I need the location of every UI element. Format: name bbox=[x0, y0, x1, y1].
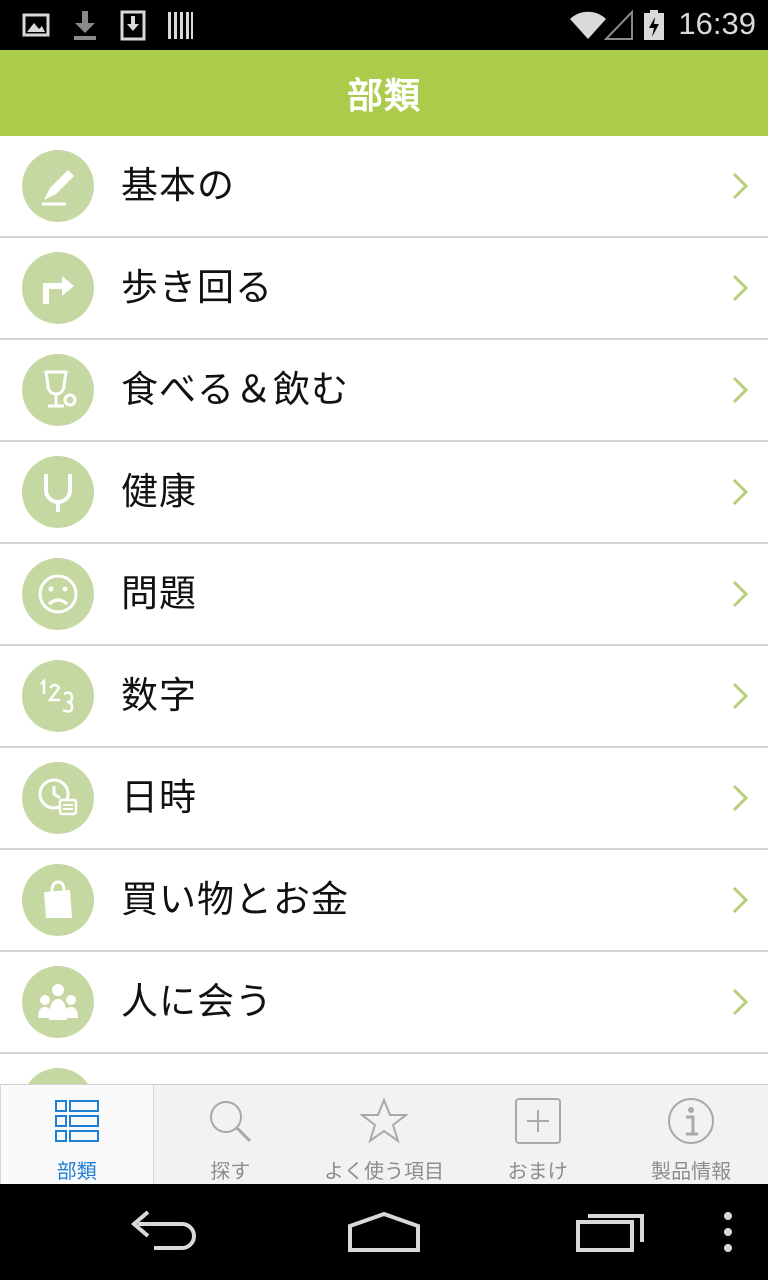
star-icon bbox=[359, 1097, 408, 1144]
chevron-right-icon bbox=[732, 988, 749, 1016]
category-item-meeting-people[interactable]: 人に会う bbox=[0, 952, 768, 1054]
chevron-right-icon bbox=[732, 682, 749, 710]
category-label: 人に会う bbox=[121, 980, 273, 1023]
chevron-right-icon bbox=[732, 886, 749, 914]
tab-favorites[interactable]: よく使う項目 bbox=[307, 1085, 461, 1185]
clock-time: 16:39 bbox=[678, 6, 756, 41]
search-icon bbox=[210, 1101, 252, 1143]
chevron-right-icon bbox=[732, 274, 749, 302]
overflow-menu-icon[interactable] bbox=[716, 1204, 740, 1260]
tab-label: よく使う項目 bbox=[323, 1159, 444, 1183]
home-button[interactable] bbox=[346, 1204, 422, 1260]
chevron-right-icon bbox=[732, 172, 749, 200]
category-item-partial[interactable] bbox=[0, 1054, 768, 1084]
people-icon bbox=[22, 966, 94, 1038]
picture-icon bbox=[22, 13, 50, 37]
app-header: 部類 bbox=[0, 50, 768, 136]
battery-icon bbox=[644, 10, 664, 40]
tab-label: 探す bbox=[210, 1159, 251, 1183]
signal-icon bbox=[604, 9, 633, 40]
category-item-shopping-money[interactable]: 買い物とお金 bbox=[0, 850, 768, 952]
category-item-problems[interactable]: 問題 bbox=[0, 544, 768, 646]
download-icon bbox=[74, 11, 96, 40]
status-bar: 16:39 bbox=[0, 0, 768, 50]
category-item-basics[interactable]: 基本の bbox=[0, 136, 768, 238]
chevron-right-icon bbox=[732, 784, 749, 812]
tab-search[interactable]: 探す bbox=[154, 1085, 308, 1185]
category-list: 基本の 歩き回る 食べる＆飲む 健康 問題 数字 日時 買い物とお金 人に会う bbox=[0, 136, 768, 1084]
tab-product-info[interactable]: 製品情報 bbox=[614, 1085, 768, 1185]
category-label: 歩き回る bbox=[121, 266, 273, 309]
tab-label: おまけ bbox=[507, 1159, 568, 1183]
category-item-eat-drink[interactable]: 食べる＆飲む bbox=[0, 340, 768, 442]
numbers-icon bbox=[22, 660, 94, 732]
turn-right-arrow-icon bbox=[22, 252, 94, 324]
tab-label: 部類 bbox=[56, 1159, 97, 1183]
tab-extras[interactable]: おまけ bbox=[461, 1085, 615, 1185]
category-item-health[interactable]: 健康 bbox=[0, 442, 768, 544]
clock-calendar-icon bbox=[22, 762, 94, 834]
wifi-icon bbox=[570, 11, 606, 39]
recent-apps-button[interactable] bbox=[572, 1204, 648, 1260]
back-button[interactable] bbox=[124, 1204, 196, 1260]
chevron-right-icon bbox=[732, 376, 749, 404]
glass-icon bbox=[22, 354, 94, 426]
category-item-getting-around[interactable]: 歩き回る bbox=[0, 238, 768, 340]
stethoscope-icon bbox=[22, 456, 94, 528]
tab-label: 製品情報 bbox=[651, 1159, 732, 1183]
category-label: 買い物とお金 bbox=[121, 878, 349, 921]
page-title: 部類 bbox=[346, 76, 421, 117]
category-label: 健康 bbox=[121, 470, 197, 513]
barcode-icon bbox=[168, 12, 193, 39]
info-icon bbox=[668, 1098, 715, 1144]
category-label: 数字 bbox=[121, 674, 197, 717]
shopping-bag-icon bbox=[22, 864, 94, 936]
bottom-tab-bar: 部類 探す よく使う項目 おまけ 製品情報 bbox=[0, 1084, 768, 1185]
category-item-numbers[interactable]: 数字 bbox=[0, 646, 768, 748]
chevron-right-icon bbox=[732, 580, 749, 608]
category-icon bbox=[22, 1068, 94, 1084]
sad-face-icon bbox=[22, 558, 94, 630]
tab-categories[interactable]: 部類 bbox=[0, 1085, 154, 1185]
category-label: 基本の bbox=[121, 164, 235, 207]
category-label: 日時 bbox=[121, 776, 197, 819]
list-grid-icon bbox=[54, 1100, 99, 1142]
system-nav-bar bbox=[0, 1184, 768, 1280]
category-label: 問題 bbox=[121, 572, 197, 615]
pencil-icon bbox=[22, 150, 94, 222]
chevron-right-icon bbox=[732, 478, 749, 506]
plus-box-icon bbox=[514, 1098, 561, 1144]
category-label: 食べる＆飲む bbox=[121, 368, 349, 411]
category-item-date-time[interactable]: 日時 bbox=[0, 748, 768, 850]
download-box-icon bbox=[120, 10, 146, 41]
